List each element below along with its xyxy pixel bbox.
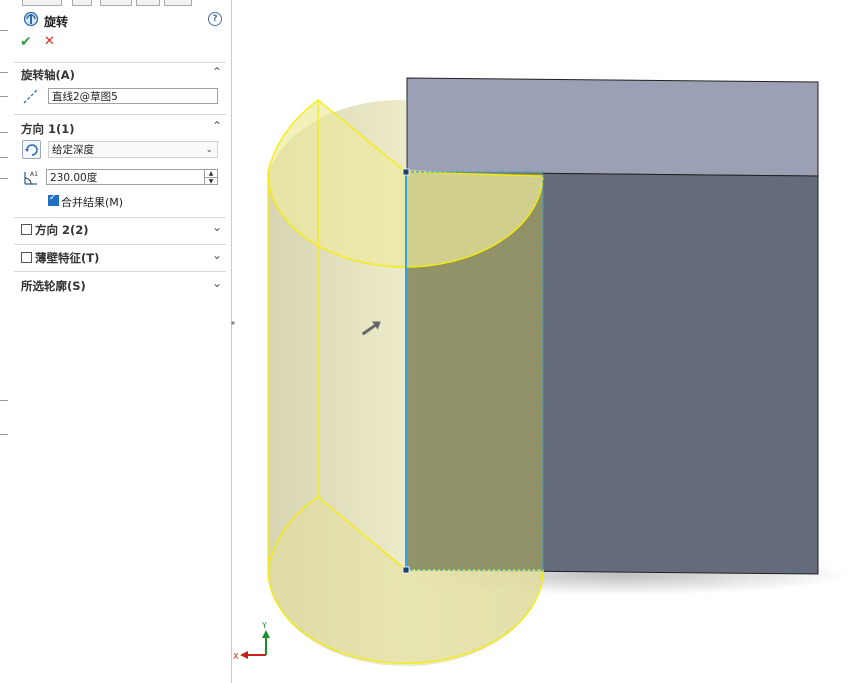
sketch-point[interactable] [402,566,410,574]
reverse-direction-button[interactable] [22,140,41,159]
gutter-tick [0,157,8,158]
angle-value: 230.00度 [50,172,98,184]
tab-dimxpert-manager[interactable] [136,0,160,6]
thin-feature-section-header[interactable]: 薄壁特征(T) ⌄ [14,247,226,267]
direction1-section-header[interactable]: 方向 1(1) ⌃ [14,118,226,138]
gutter-tick [0,132,8,133]
separator [14,217,226,218]
gutter-tick [0,96,8,97]
angle-spinner[interactable]: ▲ ▼ [204,170,217,185]
axis-section-header[interactable]: 旋转轴(A) ⌃ [14,64,226,84]
thin-feature-section-label: 薄壁特征(T) [35,251,100,265]
separator [14,271,226,272]
revolve-icon [23,11,39,27]
thin-feature-checkbox[interactable] [21,252,32,263]
axis-line-icon [23,88,39,104]
direction2-checkbox[interactable] [21,224,32,235]
merge-result-checkbox[interactable] [48,193,59,206]
axis-triad: Y X [233,621,270,661]
direction2-section-header[interactable]: 方向 2(2) ⌄ [14,219,226,239]
ok-button[interactable]: ✔ [20,34,32,50]
chevron-up-icon[interactable]: ⌃ [212,119,222,133]
tab-display-manager[interactable] [164,0,192,6]
property-manager-panel: 旋转 ? ✔ ✕ 旋转轴(A) ⌃ 直线2@草图5 方向 1(1) ⌃ 给定深度… [0,0,232,683]
chevron-down-icon[interactable]: ⌄ [212,276,222,290]
direction1-section-label: 方向 1(1) [21,122,75,136]
chevron-down-icon[interactable]: ⌄ [212,220,222,234]
separator [14,62,226,63]
chevron-down-icon: ⌄ [205,145,213,155]
sketch-point[interactable] [402,168,410,176]
angle-icon: A1 [24,171,38,185]
tab-configuration-manager[interactable] [100,0,132,6]
end-condition-select[interactable]: 给定深度 ⌄ [48,141,218,158]
tab-feature-manager[interactable] [22,0,62,6]
chevron-down-icon[interactable]: ⌄ [212,248,222,262]
rotate-arrow-icon [25,144,38,156]
gutter-tick [0,72,8,73]
svg-text:A1: A1 [30,171,38,178]
feature-title: 旋转 [44,15,69,29]
cancel-button[interactable]: ✕ [44,34,55,49]
axis-input[interactable]: 直线2@草图5 [48,88,218,104]
end-condition-value: 给定深度 [52,144,94,156]
tab-property-manager[interactable] [72,0,92,6]
triad-y-label: Y [261,621,267,630]
chevron-up-icon[interactable]: ⌃ [212,65,222,79]
panel-gutter [0,0,12,683]
triad-x-label: X [233,652,239,661]
direction2-section-label: 方向 2(2) [35,223,89,237]
separator [14,114,226,115]
selected-contours-section-header[interactable]: 所选轮廓(S) ⌄ [14,275,226,295]
model-canvas[interactable]: Y X [232,0,864,683]
help-icon[interactable]: ? [208,12,222,26]
manager-tabs [14,0,192,6]
block-top-face[interactable] [406,77,819,177]
merge-result-label: 合并结果(M) [61,196,124,209]
gutter-tick [0,178,8,179]
gutter-tick [0,434,8,435]
feature-title-row: 旋转 ? [22,10,222,30]
angle-input[interactable]: 230.00度 ▲ ▼ [46,169,218,185]
gutter-tick [0,30,8,31]
spin-down-icon[interactable]: ▼ [205,178,217,185]
selected-contours-section-label: 所选轮廓(S) [21,279,86,293]
axis-section-label: 旋转轴(A) [21,68,75,82]
gutter-tick [0,400,8,401]
graphics-viewport[interactable]: Y X [232,0,864,683]
spin-up-icon[interactable]: ▲ [205,170,217,178]
separator [14,244,226,245]
